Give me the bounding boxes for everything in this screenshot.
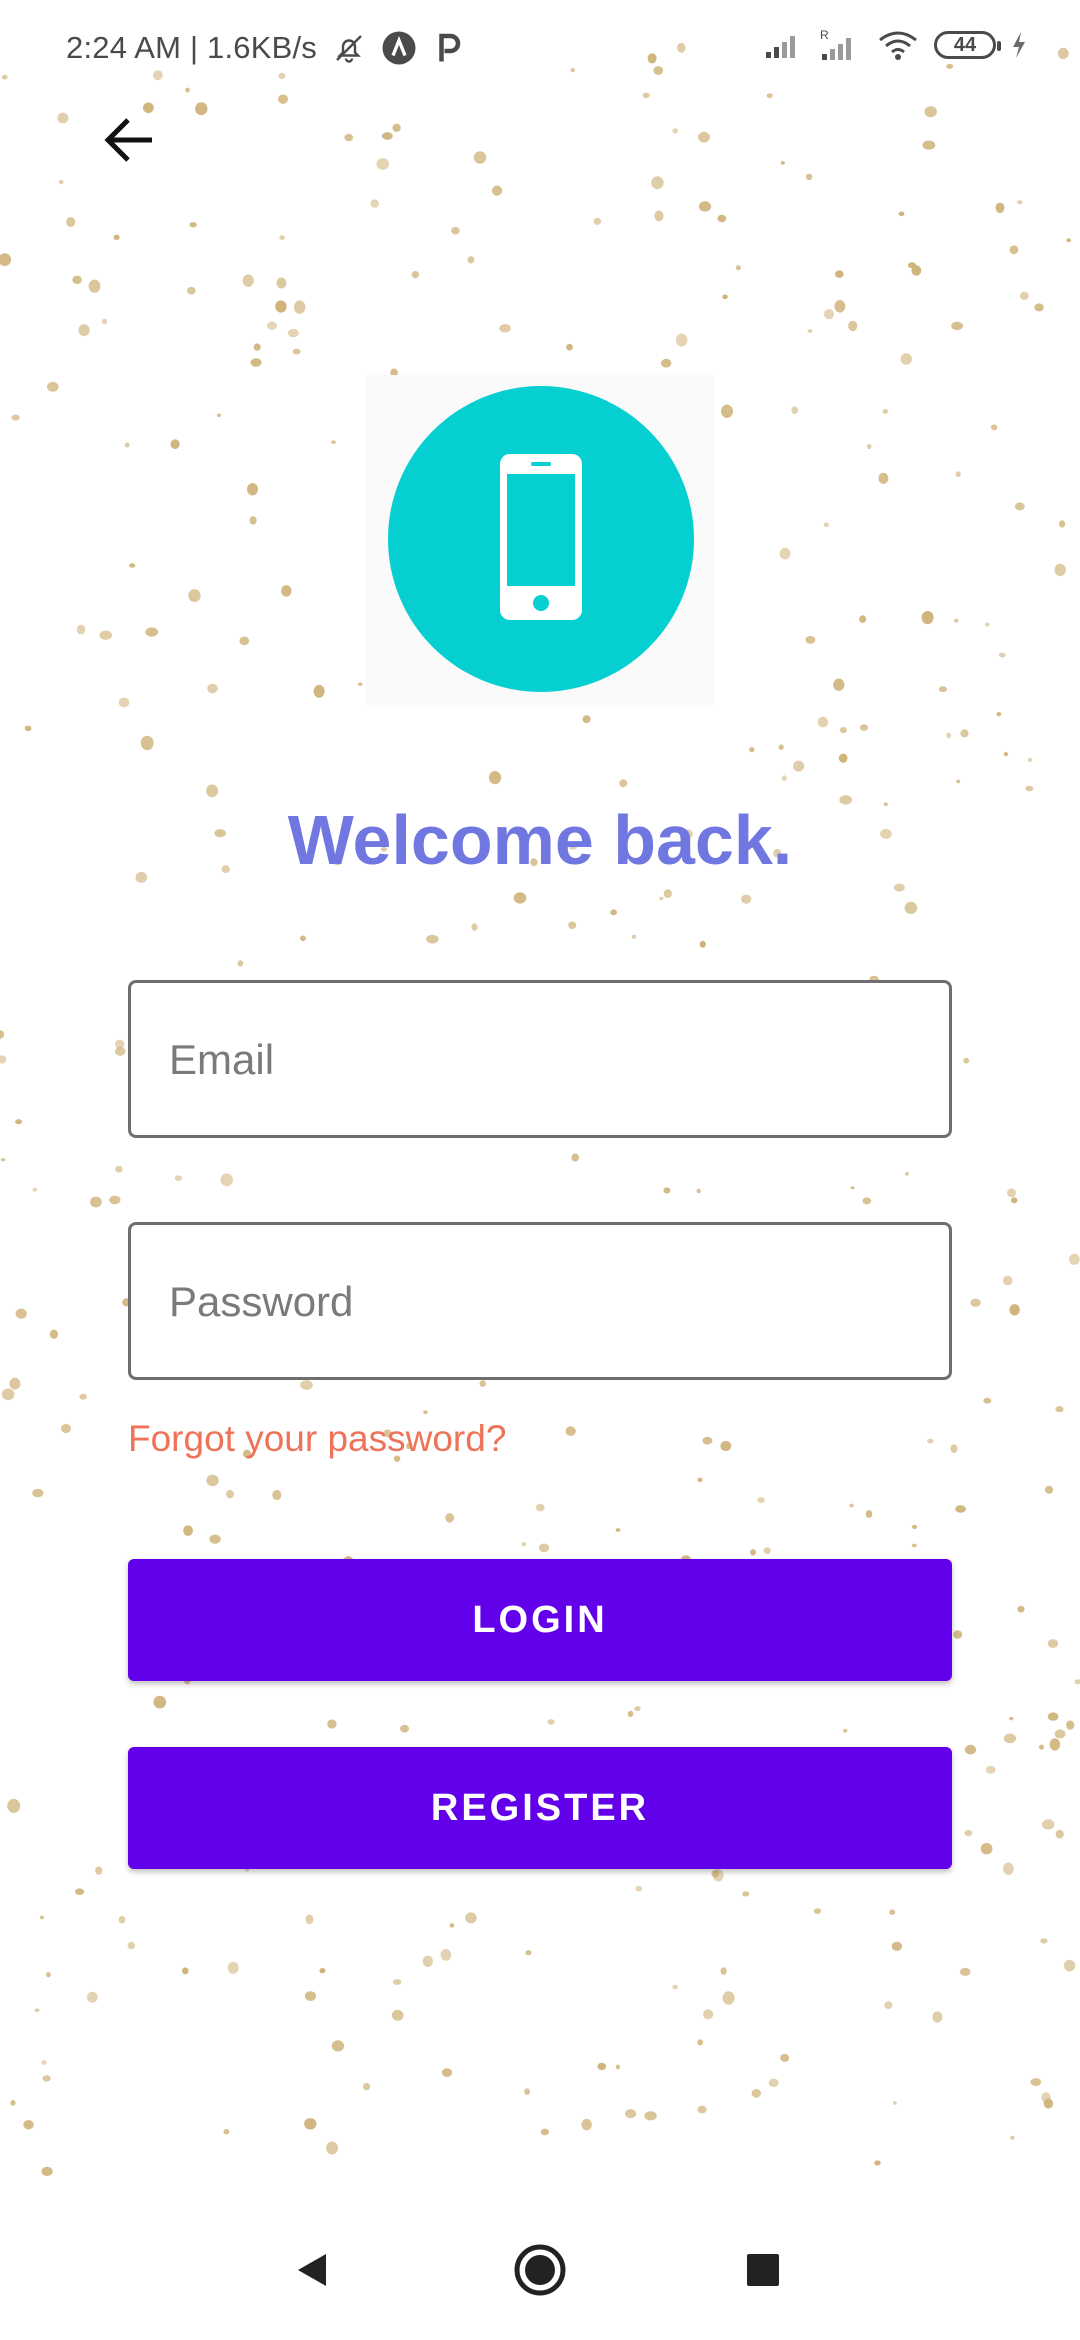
status-time-speed: 2:24 AM | 1.6KB/s (66, 30, 317, 65)
mute-bell-icon (336, 35, 362, 63)
register-button[interactable]: REGISTER (128, 1747, 952, 1869)
password-field[interactable] (167, 1225, 931, 1379)
password-field-container[interactable] (128, 1222, 952, 1380)
signal-icon (766, 36, 795, 58)
navigation-bar (0, 2220, 1080, 2340)
home-circle-icon (514, 2244, 566, 2296)
page-title: Welcome back. (287, 801, 793, 879)
wifi-icon (879, 31, 917, 60)
battery-icon: 44 (934, 31, 1001, 59)
a-circle-icon (382, 31, 416, 65)
nav-back-button[interactable] (252, 2220, 372, 2320)
email-field-container[interactable] (128, 980, 952, 1138)
smartphone-icon (500, 454, 582, 620)
status-bar: 2:24 AM | 1.6KB/s R 44 (0, 0, 1080, 100)
nav-recents-button[interactable] (703, 2220, 823, 2320)
signal-roaming-icon: R (820, 28, 851, 60)
email-field[interactable] (167, 983, 931, 1137)
svg-text:R: R (820, 28, 829, 42)
recents-square-icon (747, 2254, 779, 2286)
p-icon (439, 33, 461, 62)
back-triangle-icon (298, 2254, 326, 2286)
nav-home-button[interactable] (480, 2220, 600, 2320)
battery-level: 44 (953, 34, 977, 56)
speckle-background (0, 42, 1080, 2176)
login-button[interactable]: LOGIN (128, 1559, 952, 1681)
arrow-left-icon (104, 118, 152, 162)
forgot-password-link[interactable]: Forgot your password? (128, 1418, 506, 1460)
charging-icon (1013, 32, 1025, 58)
back-button[interactable] (100, 112, 170, 172)
